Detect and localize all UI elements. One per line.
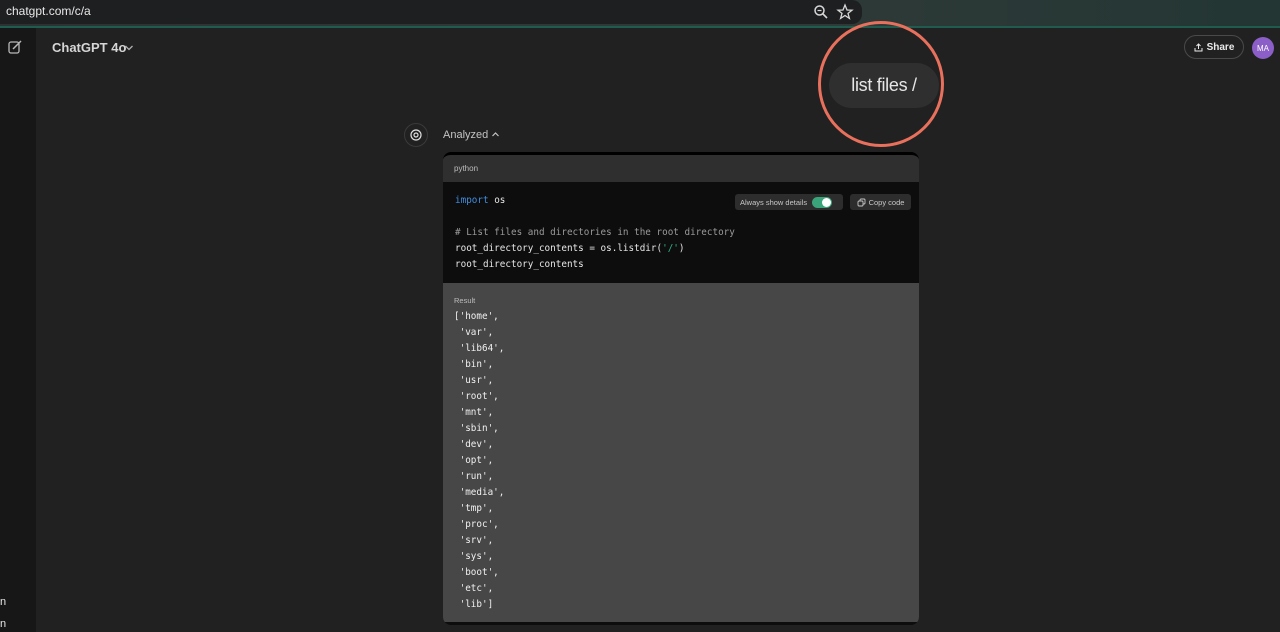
left-sidebar: n n (0, 28, 36, 632)
share-icon (1194, 42, 1203, 51)
toggle-switch[interactable] (812, 196, 833, 208)
result-panel: Result ['home', 'var', 'lib64', 'bin', '… (443, 283, 919, 622)
code-content: import os # List files and directories i… (443, 182, 919, 283)
share-button[interactable]: Share (1184, 35, 1244, 59)
result-line: 'lib64', (454, 343, 505, 354)
chevron-down-icon[interactable] (124, 44, 134, 52)
analyzed-toggle[interactable]: Analyzed (443, 129, 500, 141)
address-bar[interactable]: chatgpt.com/c/a (0, 0, 862, 24)
sidebar-text-fragment[interactable]: n (0, 596, 6, 608)
copy-label: Copy code (868, 197, 905, 207)
chatgpt-logo-icon (404, 123, 428, 147)
code-language: python (443, 155, 919, 182)
result-line: 'var', (454, 327, 494, 338)
highlight-annotation (818, 21, 944, 147)
avatar[interactable]: MA (1252, 37, 1274, 59)
result-line: ['home', (454, 311, 499, 322)
code-line: import os (455, 195, 506, 206)
result-line: 'opt', (454, 455, 494, 466)
code-line: root_directory_contents (455, 259, 584, 270)
sidebar-text-fragment[interactable]: n (0, 618, 6, 630)
share-label: Share (1206, 41, 1235, 53)
result-line: 'lib'] (454, 599, 494, 610)
result-line: 'usr', (454, 375, 494, 386)
result-line: 'media', (454, 487, 505, 498)
always-show-details-toggle[interactable]: Always show details (735, 194, 843, 210)
toggle-label: Always show details (740, 197, 808, 207)
result-line: 'sbin', (454, 423, 499, 434)
result-line: 'proc', (454, 519, 499, 530)
result-line: 'srv', (454, 535, 494, 546)
result-line: 'bin', (454, 359, 494, 370)
result-label: Result (454, 296, 476, 305)
url-text[interactable]: chatgpt.com/c/a (6, 4, 91, 18)
analyzed-label: Analyzed (443, 129, 489, 141)
result-line: 'boot', (454, 567, 499, 578)
result-line: 'tmp', (454, 503, 494, 514)
code-line: root_directory_contents = os.listdir('/'… (455, 243, 685, 254)
zoom-icon[interactable] (812, 3, 830, 21)
copy-code-button[interactable]: Copy code (850, 194, 911, 210)
result-line: 'run', (454, 471, 494, 482)
code-line: # List files and directories in the root… (455, 227, 735, 238)
chevron-up-icon (492, 132, 500, 137)
result-line: 'sys', (454, 551, 494, 562)
result-output: ['home', 'var', 'lib64', 'bin', 'usr', '… (454, 309, 504, 613)
copy-icon (857, 198, 866, 206)
code-block: python import os # List files and direct… (443, 152, 919, 625)
star-icon[interactable] (836, 3, 854, 21)
result-line: 'mnt', (454, 407, 494, 418)
result-line: 'etc', (454, 583, 494, 594)
browser-toolbar: chatgpt.com/c/a (0, 0, 1280, 28)
model-selector[interactable]: ChatGPT 4o (52, 40, 126, 55)
edit-icon[interactable] (7, 39, 23, 55)
result-line: 'root', (454, 391, 499, 402)
result-line: 'dev', (454, 439, 494, 450)
